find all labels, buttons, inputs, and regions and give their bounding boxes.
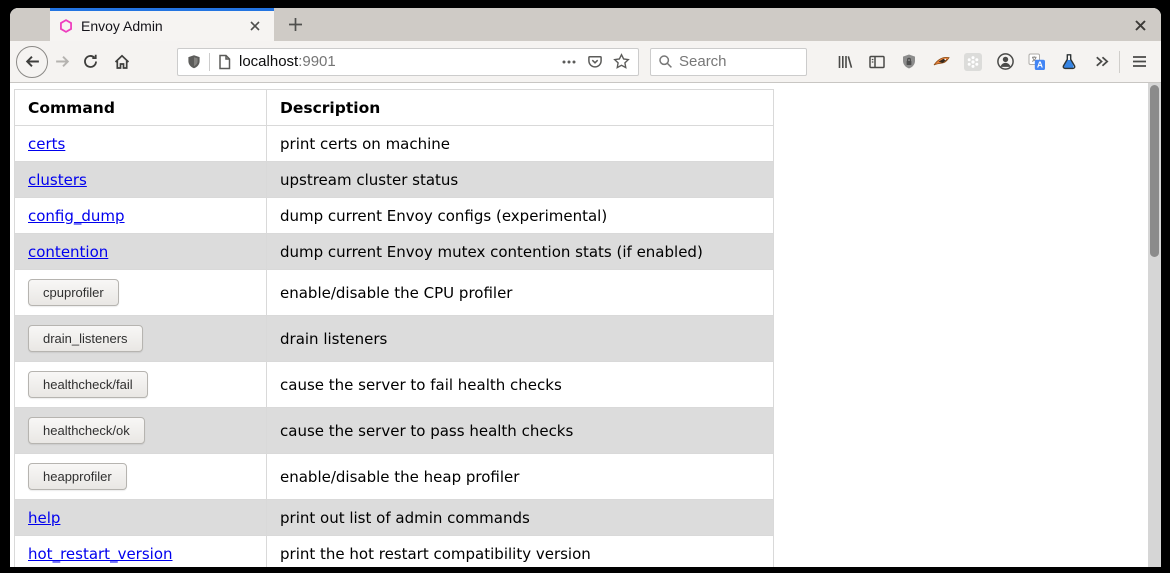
back-icon <box>24 53 41 70</box>
forward-icon <box>54 53 71 70</box>
translate-extension-icon[interactable]: A <box>1025 50 1049 74</box>
table-row: healthcheck/fail cause the server to fail… <box>15 362 774 408</box>
description-cell: enable/disable the CPU profiler <box>267 270 774 316</box>
description-cell: print the hot restart compatibility vers… <box>267 536 774 568</box>
overflow-chevrons-icon[interactable] <box>1089 50 1113 74</box>
table-row: help print out list of admin commands <box>15 500 774 536</box>
browser-window: Envoy Admin <box>10 8 1161 567</box>
command-link-help[interactable]: help <box>28 509 60 527</box>
library-icon[interactable] <box>833 50 857 74</box>
page-info-icon[interactable] <box>217 54 232 70</box>
description-cell: upstream cluster status <box>267 162 774 198</box>
command-cell: certs <box>15 126 267 162</box>
scrollbar-thumb[interactable] <box>1150 85 1159 257</box>
command-link-config_dump[interactable]: config_dump <box>28 207 125 225</box>
back-button[interactable] <box>16 46 48 78</box>
tab-bar: Envoy Admin <box>10 8 1161 41</box>
envoy-favicon-icon <box>58 18 74 34</box>
table-row: clusters upstream cluster status <box>15 162 774 198</box>
url-bar-separator <box>209 53 210 71</box>
url-bar[interactable]: localhost:9901 <box>177 48 639 76</box>
table-row: hot_restart_version print the hot restart… <box>15 536 774 568</box>
command-link-clusters[interactable]: clusters <box>28 171 87 189</box>
description-cell: dump current Envoy mutex contention stat… <box>267 234 774 270</box>
description-column-header: Description <box>267 90 774 126</box>
fox-extension-icon[interactable] <box>929 50 953 74</box>
command-link-hot_restart_version[interactable]: hot_restart_version <box>28 545 173 563</box>
command-cell: healthcheck/ok <box>15 408 267 454</box>
pocket-icon[interactable] <box>587 54 603 70</box>
command-cell: config_dump <box>15 198 267 234</box>
reload-button[interactable] <box>76 48 104 76</box>
table-row: drain_listeners drain listeners <box>15 316 774 362</box>
description-cell: cause the server to pass health checks <box>267 408 774 454</box>
svg-text:A: A <box>1037 59 1043 69</box>
tab-envoy-admin[interactable]: Envoy Admin <box>50 8 274 41</box>
tab-title: Envoy Admin <box>81 18 240 34</box>
vertical-scrollbar[interactable] <box>1148 83 1161 567</box>
window-close-button[interactable] <box>1127 12 1153 38</box>
description-cell: enable/disable the heap profiler <box>267 454 774 500</box>
command-table-body: certs print certs on machine clusters upstr… <box>15 126 774 568</box>
menu-hamburger-icon[interactable] <box>1126 49 1152 75</box>
table-row: cpuprofiler enable/disable the CPU profil… <box>15 270 774 316</box>
sidebar-icon[interactable] <box>865 50 889 74</box>
toolbar-extensions: A <box>833 50 1113 74</box>
table-row: config_dump dump current Envoy configs (e… <box>15 198 774 234</box>
new-tab-button[interactable] <box>282 11 309 38</box>
command-cell: drain_listeners <box>15 316 267 362</box>
url-text[interactable]: localhost:9901 <box>239 53 561 70</box>
shield-lock-extension-icon[interactable] <box>897 50 921 74</box>
atom-extension-icon[interactable] <box>961 50 985 74</box>
description-cell: drain listeners <box>267 316 774 362</box>
command-cell: healthcheck/fail <box>15 362 267 408</box>
url-host: localhost <box>239 53 298 70</box>
command-link-contention[interactable]: contention <box>28 243 108 261</box>
command-cell: hot_restart_version <box>15 536 267 568</box>
url-port: :9901 <box>298 53 336 70</box>
page-actions-icon[interactable] <box>561 54 577 70</box>
toolbar-separator <box>1119 51 1120 73</box>
table-row: contention dump current Envoy mutex conte… <box>15 234 774 270</box>
bookmark-star-icon[interactable] <box>613 53 630 70</box>
description-cell: cause the server to fail health checks <box>267 362 774 408</box>
command-cell: heapprofiler <box>15 454 267 500</box>
tracking-shield-icon[interactable] <box>186 54 202 70</box>
command-cell: cpuprofiler <box>15 270 267 316</box>
tab-close-icon[interactable] <box>244 15 266 37</box>
table-header-row: Command Description <box>15 90 774 126</box>
command-button-heapprofiler[interactable]: heapprofiler <box>28 463 127 490</box>
command-button-healthcheck/fail[interactable]: healthcheck/fail <box>28 371 148 398</box>
command-button-cpuprofiler[interactable]: cpuprofiler <box>28 279 119 306</box>
page-viewport: Command Description certs print certs on … <box>10 83 1161 567</box>
forward-button[interactable] <box>48 48 76 76</box>
description-cell: dump current Envoy configs (experimental… <box>267 198 774 234</box>
command-link-certs[interactable]: certs <box>28 135 65 153</box>
table-row: heapprofiler enable/disable the heap prof… <box>15 454 774 500</box>
home-icon <box>113 53 131 71</box>
admin-commands-table: Command Description certs print certs on … <box>14 89 774 567</box>
account-icon[interactable] <box>993 50 1017 74</box>
command-cell: contention <box>15 234 267 270</box>
command-column-header: Command <box>15 90 267 126</box>
search-bar[interactable] <box>650 48 807 76</box>
navigation-toolbar: localhost:9901 <box>10 41 1161 83</box>
search-input[interactable] <box>679 53 799 70</box>
table-row: certs print certs on machine <box>15 126 774 162</box>
home-button[interactable] <box>107 48 137 76</box>
command-button-healthcheck/ok[interactable]: healthcheck/ok <box>28 417 145 444</box>
screenshot-root: Envoy Admin <box>0 0 1170 573</box>
command-cell: clusters <box>15 162 267 198</box>
command-button-drain_listeners[interactable]: drain_listeners <box>28 325 143 352</box>
flask-extension-icon[interactable] <box>1057 50 1081 74</box>
envoy-admin-page: Command Description certs print certs on … <box>14 89 774 567</box>
reload-icon <box>82 53 99 70</box>
description-cell: print certs on machine <box>267 126 774 162</box>
table-row: healthcheck/ok cause the server to pass h… <box>15 408 774 454</box>
command-cell: help <box>15 500 267 536</box>
description-cell: print out list of admin commands <box>267 500 774 536</box>
search-icon <box>658 54 673 69</box>
